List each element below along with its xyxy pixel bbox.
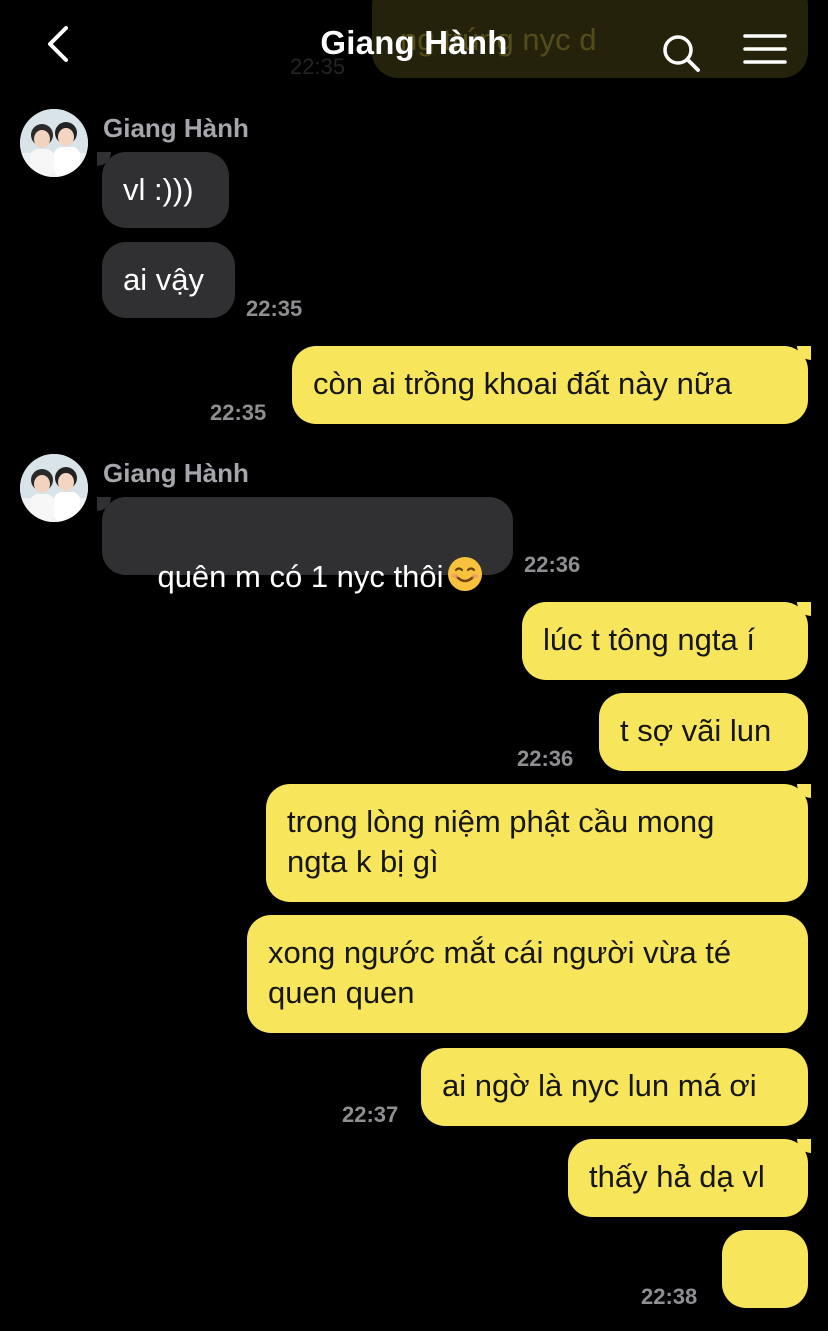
outgoing-message-bubble[interactable]: trong lòng niệm phật cầu mong ngta k bị … <box>266 784 808 902</box>
avatar[interactable] <box>20 109 88 177</box>
chat-screen: ng trúng nyc d 22:35 Giang Hành Giang Hà… <box>0 0 828 1331</box>
outgoing-message-bubble[interactable]: thấy hả dạ vl <box>568 1139 808 1217</box>
avatar-photo <box>20 454 88 522</box>
message-time: 22:37 <box>342 1102 399 1127</box>
outgoing-message-bubble[interactable] <box>722 1230 808 1308</box>
outgoing-message-bubble[interactable]: còn ai trồng khoai đất này nữa <box>292 346 808 424</box>
sender-name: Giang Hành <box>103 458 249 488</box>
message-text: quên m có 1 nyc thôi <box>157 559 444 594</box>
message-time: 22:35 <box>246 296 303 321</box>
outgoing-message-bubble[interactable]: ai ngờ là nyc lun má ơi <box>421 1048 808 1126</box>
message-time: 22:35 <box>210 400 267 425</box>
message-time: 22:36 <box>517 746 574 771</box>
outgoing-message-bubble[interactable]: xong ngước mắt cái người vừa té quen que… <box>247 915 808 1033</box>
search-icon <box>663 35 700 72</box>
incoming-message-bubble[interactable]: ai vậy <box>102 242 235 318</box>
incoming-message-bubble[interactable]: vl :))) <box>102 152 229 228</box>
avatar-photo <box>20 109 88 177</box>
search-button[interactable] <box>660 32 702 74</box>
smiling-face-emoji <box>447 557 482 591</box>
incoming-message-bubble[interactable]: quên m có 1 nyc thôi <box>102 497 513 594</box>
outgoing-message-bubble[interactable]: lúc t tông ngta í <box>522 602 808 680</box>
chat-header: Giang Hành <box>0 0 828 92</box>
message-time: 22:36 <box>524 552 581 577</box>
yum-face-emoji <box>722 1310 808 1331</box>
sender-name: Giang Hành <box>103 113 249 143</box>
menu-button[interactable] <box>742 30 788 68</box>
hamburger-menu-icon <box>743 34 787 64</box>
avatar[interactable] <box>20 454 88 522</box>
message-time: 22:38 <box>641 1284 698 1309</box>
chat-title: Giang Hành <box>320 24 508 61</box>
outgoing-message-bubble[interactable]: t sợ vãi lun <box>599 693 808 771</box>
